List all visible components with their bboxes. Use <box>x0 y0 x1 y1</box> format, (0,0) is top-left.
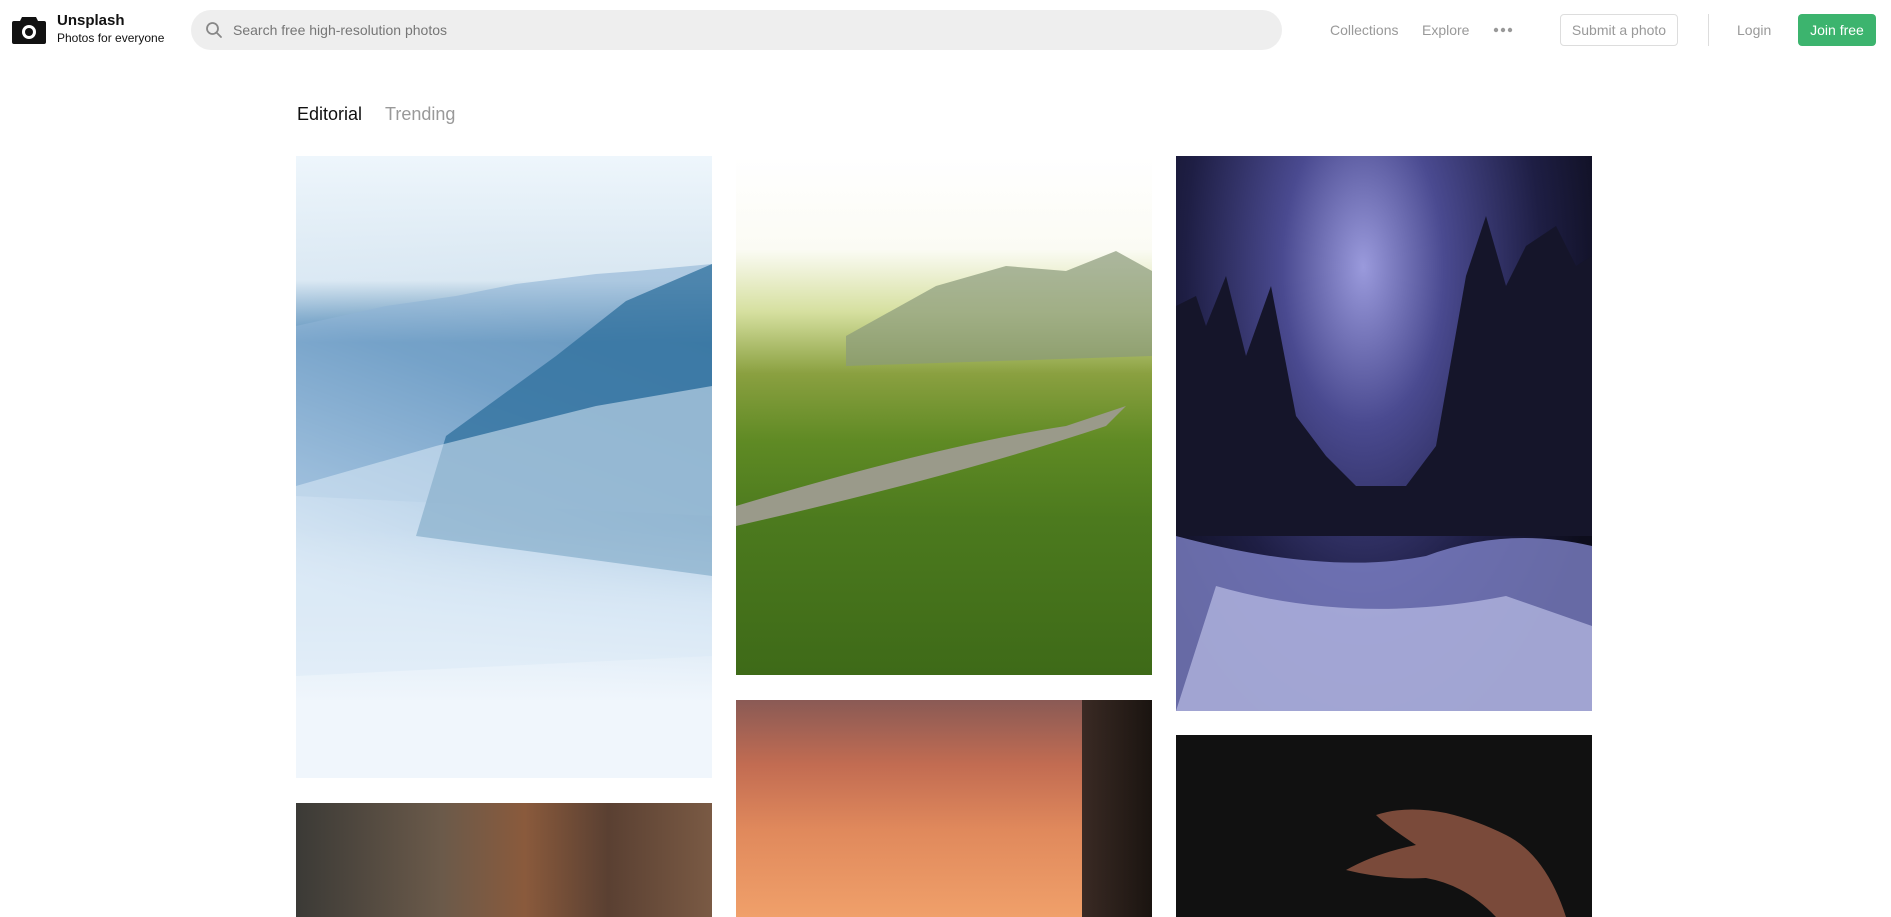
road-shapes <box>736 251 1152 526</box>
submit-photo-button[interactable]: Submit a photo <box>1560 14 1678 46</box>
search-icon <box>206 22 222 38</box>
search-bar[interactable] <box>191 10 1282 50</box>
nav-divider <box>1708 14 1709 46</box>
window-frame <box>1082 700 1152 917</box>
mountain-shapes <box>296 264 712 676</box>
photo-milky-way-forest[interactable] <box>1176 156 1592 711</box>
photo-sunset-window[interactable] <box>736 700 1152 917</box>
join-free-button[interactable]: Join free <box>1798 14 1876 46</box>
photo-hand[interactable] <box>1176 735 1592 917</box>
tab-trending[interactable]: Trending <box>385 104 455 125</box>
nav-collections-link[interactable]: Collections <box>1330 21 1398 39</box>
login-link[interactable]: Login <box>1737 21 1771 39</box>
hand-shape <box>1346 809 1566 917</box>
photo-alpine-road[interactable] <box>736 156 1152 675</box>
search-input[interactable] <box>233 10 1263 50</box>
brand-tagline: Photos for everyone <box>57 31 165 45</box>
top-navbar: Unsplash Photos for everyone Collections… <box>0 0 1891 60</box>
forest-shapes <box>1176 216 1592 711</box>
tab-editorial[interactable]: Editorial <box>297 104 362 125</box>
nav-explore-link[interactable]: Explore <box>1422 21 1469 39</box>
brand[interactable]: Unsplash Photos for everyone <box>57 12 164 46</box>
camera-icon[interactable] <box>12 14 46 44</box>
photo-misty-mountains[interactable] <box>296 156 712 778</box>
brand-name: Unsplash <box>57 12 125 29</box>
photo-rocky-coast[interactable] <box>296 803 712 917</box>
more-horizontal-icon[interactable] <box>1493 27 1513 33</box>
